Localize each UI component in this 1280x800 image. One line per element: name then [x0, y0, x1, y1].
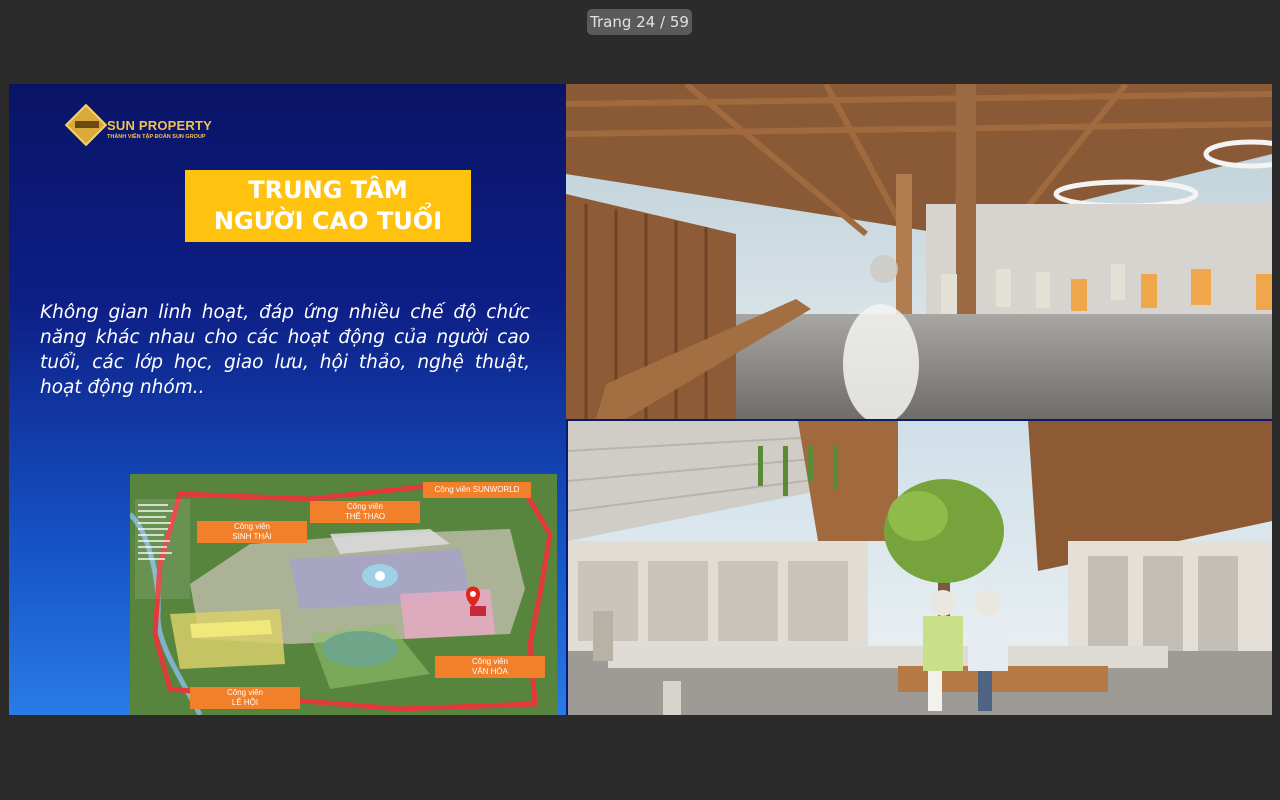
sun-property-logo: SUN PROPERTY THÀNH VIÊN TẬP ĐOÀN SUN GRO… [64, 103, 217, 150]
logo-diamond-band [75, 121, 99, 128]
slide-text-panel: SUN PROPERTY THÀNH VIÊN TẬP ĐOÀN SUN GRO… [9, 84, 566, 715]
logo-name: SUN PROPERTY [107, 118, 212, 133]
map-label-sinh-thai: Công viên SINH THÁI [197, 521, 307, 543]
exercise-hall-photo [566, 84, 1272, 419]
courtyard-photo [568, 421, 1272, 715]
map-label-the-thao: Công viên THỂ THAO [310, 501, 420, 523]
logo-tagline: THÀNH VIÊN TẬP ĐOÀN SUN GROUP [107, 134, 206, 140]
page-indicator: Trang 24 / 59 [587, 9, 692, 35]
pdf-viewer: Trang 24 / 59 SUN PROPERTY THÀNH VIÊN TẬ… [0, 0, 1280, 800]
slide: SUN PROPERTY THÀNH VIÊN TẬP ĐOÀN SUN GRO… [9, 84, 1272, 715]
map-label-sunworld: Công viên SUNWORLD [423, 482, 531, 498]
slide-title-line2: NGƯỜI CAO TUỔI [213, 207, 443, 235]
site-map: Công viên SUNWORLD Công viên THỂ THAO Cô… [128, 474, 557, 715]
slide-description: Không gian linh hoạt, đáp ứng nhiều chế … [40, 302, 530, 398]
map-label-van-hoa: Công viên VĂN HÓA [435, 656, 545, 678]
map-label-le-hoi: Công viên LỄ HỘI [190, 687, 300, 709]
slide-title-line1: TRUNG TÂM [248, 176, 408, 204]
slide-title: TRUNG TÂM NGƯỜI CAO TUỔI [185, 170, 471, 242]
